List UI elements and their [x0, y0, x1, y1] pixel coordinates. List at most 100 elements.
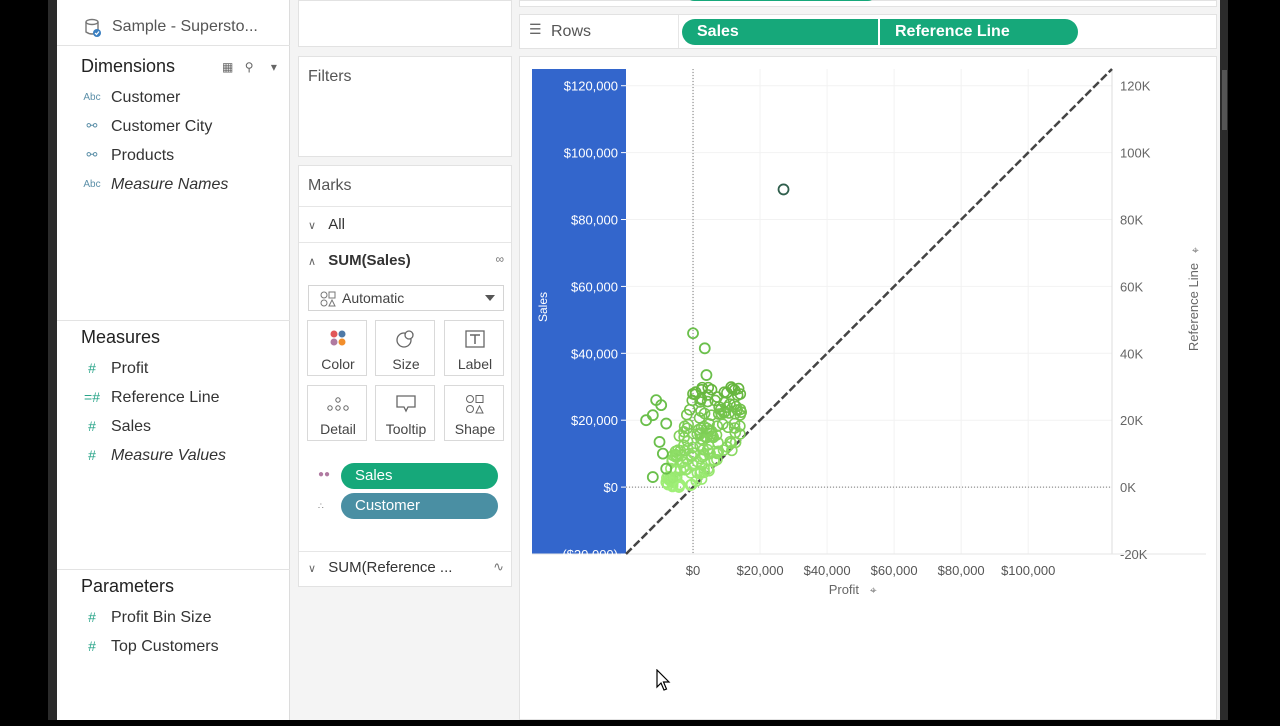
shape-button[interactable]: Shape: [444, 385, 504, 441]
parameters-title: Parameters: [81, 576, 175, 596]
tooltip-button[interactable]: Tooltip: [375, 385, 435, 441]
filters-card[interactable]: Filters: [298, 56, 512, 157]
x-tick-label: $20,000: [737, 563, 784, 578]
field-sales[interactable]: # Sales: [81, 418, 281, 440]
data-point[interactable]: [656, 447, 669, 460]
data-point[interactable]: [700, 369, 713, 381]
tooltip-icon: [396, 395, 416, 413]
marks-sum-sales-row[interactable]: ∧ SUM(Sales) ∞: [308, 252, 504, 269]
y2-axis-title: Reference Line: [1186, 263, 1201, 351]
rows-shelf-label: Rows: [551, 23, 592, 40]
number-type-icon: #: [88, 418, 96, 434]
x-tick-label: $40,000: [804, 563, 851, 578]
columns-shelf[interactable]: [519, 0, 1217, 7]
grid-view-icon[interactable]: ▦: [222, 60, 233, 74]
pin-icon: ⌖: [870, 583, 877, 597]
y-tick-label: $120,000: [564, 79, 618, 94]
marks-title: Marks: [308, 177, 352, 194]
y2-tick-label: -20K: [1120, 547, 1148, 562]
marks-sum-reference-row[interactable]: ∨ SUM(Reference ... ∿: [308, 559, 504, 576]
detail-icon: [327, 397, 349, 411]
automatic-shapes-icon: [320, 291, 336, 307]
datasource-name: Sample - Supersto...: [112, 18, 258, 35]
number-type-icon: #: [88, 638, 96, 654]
label-icon: [465, 330, 485, 348]
rows-shelf[interactable]: ☰ Rows Sales Reference Line: [519, 14, 1217, 49]
color-palette-icon: [330, 330, 346, 346]
data-point[interactable]: [698, 342, 711, 355]
detail-icon: ∴: [318, 501, 324, 511]
field-profit[interactable]: # Profit: [81, 360, 281, 382]
x-axis-title: Profit: [829, 582, 860, 597]
number-type-icon: #: [88, 609, 96, 625]
y2-tick-label: 120K: [1120, 79, 1151, 94]
data-pane: Sample - Supersto... Dimensions ▦ ⚲ ▾ Ab…: [57, 0, 290, 720]
mark-type-dropdown[interactable]: Automatic: [308, 285, 504, 311]
x-tick-label: $0: [686, 563, 700, 578]
y-tick-label: $100,000: [564, 146, 618, 161]
marks-card: Marks ∨ All ∧ SUM(Sales) ∞ Automatic Col…: [298, 165, 512, 587]
section-divider: [57, 320, 290, 321]
size-button[interactable]: Size: [375, 320, 435, 376]
y2-tick-label: 40K: [1120, 346, 1143, 361]
y-tick-label: $0: [604, 480, 618, 495]
chevron-down-icon: [485, 295, 495, 301]
x-tick-label: $60,000: [871, 563, 918, 578]
data-point[interactable]: [646, 471, 659, 483]
number-type-icon: #: [88, 447, 96, 463]
customer-detail-pill[interactable]: Customer: [341, 493, 498, 519]
y2-tick-label: 60K: [1120, 279, 1143, 294]
x-tick-label: $80,000: [938, 563, 985, 578]
field-measure-values[interactable]: # Measure Values: [81, 447, 281, 469]
data-point[interactable]: [653, 436, 666, 448]
rows-pill-sales[interactable]: Sales: [682, 19, 878, 45]
sales-color-pill[interactable]: Sales: [341, 463, 498, 489]
database-icon: [85, 18, 101, 37]
field-products[interactable]: ⚯ Products: [81, 147, 281, 169]
y-tick-label: $40,000: [571, 346, 618, 361]
rows-shelf-icon: ☰: [529, 21, 542, 37]
label-button[interactable]: Label: [444, 320, 504, 376]
y2-tick-label: 100K: [1120, 146, 1151, 161]
field-reference-line[interactable]: =# Reference Line: [81, 389, 281, 411]
hierarchy-icon: ⚯: [86, 118, 98, 133]
pages-card: [298, 0, 512, 47]
data-point[interactable]: [646, 409, 659, 422]
y-tick-label: $60,000: [571, 279, 618, 294]
y2-tick-label: 80K: [1120, 213, 1143, 228]
data-point[interactable]: [777, 183, 790, 196]
param-top-customers[interactable]: # Top Customers: [81, 638, 281, 660]
view-canvas: ($20,000) $0 $20,000 $40,000 $60,000 $80,000 $…: [519, 56, 1217, 720]
section-divider: [57, 569, 290, 570]
shape-mark-icon: ∞: [495, 252, 504, 266]
window-left-edge: [48, 0, 57, 720]
dimensions-tools: ▦ ⚲ ▾: [222, 60, 277, 74]
y-tick-label: ($20,000): [562, 547, 618, 562]
search-icon[interactable]: ⚲: [245, 60, 254, 74]
field-customer[interactable]: Abc Customer: [81, 89, 281, 111]
chevron-down-icon: ∨: [308, 563, 317, 575]
field-customer-city[interactable]: ⚯ Customer City: [81, 118, 281, 140]
y2-tick-label: 20K: [1120, 413, 1143, 428]
filters-title: Filters: [308, 68, 352, 85]
detail-button[interactable]: Detail: [307, 385, 367, 441]
size-icon: [396, 330, 414, 348]
param-profit-bin-size[interactable]: # Profit Bin Size: [81, 609, 281, 631]
dimensions-title: Dimensions: [81, 56, 176, 76]
line-mark-icon: ∿: [493, 559, 504, 574]
y2-tick-label: 0K: [1120, 480, 1136, 495]
scatter-chart[interactable]: ($20,000) $0 $20,000 $40,000 $60,000 $80,000 $…: [520, 57, 1218, 721]
marks-all-row[interactable]: ∨ All: [308, 216, 345, 233]
string-type-icon: Abc: [83, 179, 101, 190]
datasource-row[interactable]: Sample - Supersto...: [57, 8, 290, 46]
reference-line[interactable]: [625, 68, 1113, 555]
menu-caret-icon[interactable]: ▾: [271, 60, 277, 74]
x-tick-label: $100,000: [1001, 563, 1055, 578]
number-type-icon: #: [88, 360, 96, 376]
field-measure-names[interactable]: Abc Measure Names: [81, 176, 281, 198]
rows-pill-reference-line[interactable]: Reference Line: [880, 19, 1078, 45]
scrollbar-thumb[interactable]: [1222, 70, 1227, 130]
color-button[interactable]: Color: [307, 320, 367, 376]
calculated-number-icon: =#: [84, 389, 100, 405]
pin-icon: ⌖: [1192, 243, 1199, 257]
